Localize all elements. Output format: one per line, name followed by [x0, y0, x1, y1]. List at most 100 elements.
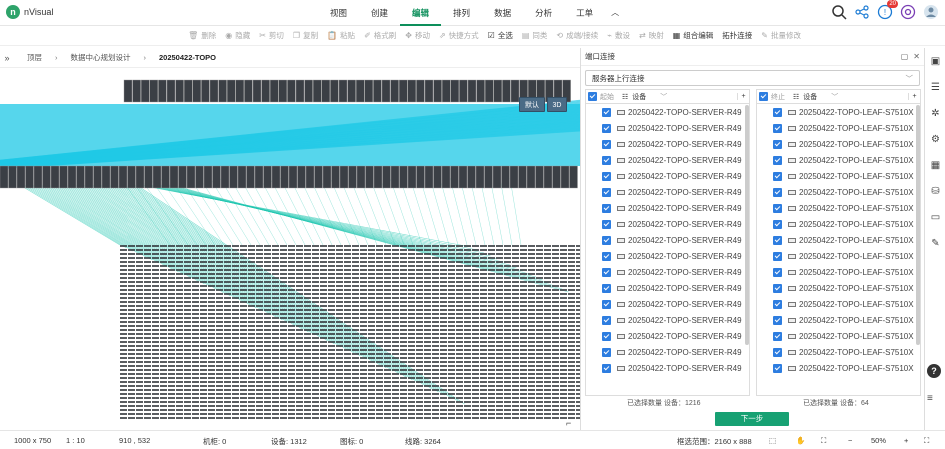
row-checkbox[interactable]	[602, 267, 611, 277]
tool-0-button[interactable]: 🗑 删除	[188, 30, 216, 41]
settings-icon[interactable]	[900, 4, 916, 20]
monitor-icon[interactable]: ▭	[925, 204, 945, 230]
port-row[interactable]: 20250422-TOPO-LEAF-S7510X	[757, 168, 920, 184]
row-checkbox[interactable]	[602, 347, 611, 357]
add-icon[interactable]: +	[908, 93, 920, 100]
row-checkbox[interactable]	[773, 139, 782, 149]
tool-5-button[interactable]: ✐ 格式刷	[364, 30, 396, 41]
menu-item-analysis[interactable]: 分析	[523, 0, 564, 26]
row-checkbox[interactable]	[602, 203, 611, 213]
row-checkbox[interactable]	[602, 299, 611, 309]
row-checkbox[interactable]	[773, 331, 782, 341]
tree-icon[interactable]: ✲	[925, 100, 945, 126]
pointer-tool-icon[interactable]: ⬚	[769, 436, 776, 445]
port-row[interactable]: 20250422-TOPO-LEAF-S7510X	[757, 360, 920, 376]
port-row[interactable]: 20250422-TOPO-LEAF-S7510X	[757, 200, 920, 216]
layout-icon[interactable]: ▦	[925, 152, 945, 178]
list-icon[interactable]: ☰	[925, 74, 945, 100]
sort-icon[interactable]: ☷	[622, 93, 628, 101]
expand-icon[interactable]: »	[0, 53, 14, 63]
port-row[interactable]: 20250422-TOPO-SERVER-R49	[586, 120, 749, 136]
tool-9-button[interactable]: ▤ 同类	[522, 30, 548, 41]
fullscreen-icon[interactable]: ⛶	[924, 436, 929, 446]
help-icon[interactable]: ?	[927, 364, 941, 378]
add-icon[interactable]: +	[737, 93, 749, 100]
port-row[interactable]: 20250422-TOPO-SERVER-R49	[586, 360, 749, 376]
row-checkbox[interactable]	[602, 187, 611, 197]
start-scrollbar[interactable]	[745, 105, 749, 345]
row-checkbox[interactable]	[602, 235, 611, 245]
row-checkbox[interactable]	[602, 139, 611, 149]
port-row[interactable]: 20250422-TOPO-LEAF-S7510X	[757, 232, 920, 248]
3d-view-button[interactable]: 3D	[547, 97, 567, 112]
tool-7-button[interactable]: ⇗ 快捷方式	[439, 30, 479, 41]
crop-icon[interactable]: ⌐	[566, 418, 571, 428]
sort-icon[interactable]: ☷	[793, 93, 799, 101]
menu-item-view[interactable]: 视图	[318, 0, 359, 26]
port-row[interactable]: 20250422-TOPO-SERVER-R49	[586, 104, 749, 120]
row-checkbox[interactable]	[773, 235, 782, 245]
row-checkbox[interactable]	[773, 315, 782, 325]
row-checkbox[interactable]	[602, 107, 611, 117]
breadcrumb-item-project[interactable]: 数据中心规划设计	[71, 52, 131, 63]
tool-15-button[interactable]: ✎ 批量修改	[761, 30, 801, 41]
port-row[interactable]: 20250422-TOPO-SERVER-R49	[586, 200, 749, 216]
row-checkbox[interactable]	[602, 155, 611, 165]
port-row[interactable]: 20250422-TOPO-SERVER-R49	[586, 168, 749, 184]
breadcrumb-item-root[interactable]: 顶层	[27, 52, 42, 63]
tool-13-button[interactable]: ▦ 组合编辑	[673, 30, 714, 41]
tool-11-button[interactable]: ⌁ 敷设	[607, 30, 630, 41]
tool-14-button[interactable]: 拓扑连接	[722, 30, 752, 41]
chevron-up-icon[interactable]: ︿	[605, 0, 625, 26]
row-checkbox[interactable]	[773, 347, 782, 357]
port-row[interactable]: 20250422-TOPO-SERVER-R49	[586, 312, 749, 328]
row-checkbox[interactable]	[602, 171, 611, 181]
bucket-icon[interactable]: ⛁	[925, 178, 945, 204]
row-checkbox[interactable]	[773, 219, 782, 229]
row-checkbox[interactable]	[773, 107, 782, 117]
default-view-button[interactable]: 默认	[519, 97, 545, 112]
row-checkbox[interactable]	[773, 251, 782, 261]
menu-item-workorder[interactable]: 工单	[564, 0, 605, 26]
port-row[interactable]: 20250422-TOPO-SERVER-R49	[586, 328, 749, 344]
row-checkbox[interactable]	[773, 299, 782, 309]
row-checkbox[interactable]	[602, 315, 611, 325]
connection-type-select[interactable]: 服务器上行连接 ﹀	[585, 70, 920, 86]
logo[interactable]: n nVisual	[6, 5, 53, 19]
menu-item-arrange[interactable]: 排列	[441, 0, 482, 26]
row-checkbox[interactable]	[602, 251, 611, 261]
close-icon[interactable]: ✕	[913, 52, 920, 61]
tool-10-button[interactable]: ⟲ 成端/接续	[556, 30, 598, 41]
port-row[interactable]: 20250422-TOPO-LEAF-S7510X	[757, 184, 920, 200]
end-field-select[interactable]: 设备	[803, 92, 817, 102]
notification-icon[interactable]: ! 20	[877, 0, 898, 20]
panel-icon[interactable]: ▣	[925, 48, 945, 74]
port-row[interactable]: 20250422-TOPO-SERVER-R49	[586, 152, 749, 168]
restore-icon[interactable]: ▢	[901, 52, 909, 61]
row-checkbox[interactable]	[602, 363, 611, 373]
row-checkbox[interactable]	[773, 267, 782, 277]
zoom-in-icon[interactable]: +	[904, 436, 908, 445]
tool-icon[interactable]: ✎	[925, 230, 945, 256]
tool-6-button[interactable]: ✥ 移动	[405, 30, 430, 41]
row-checkbox[interactable]	[602, 283, 611, 293]
start-field-select[interactable]: 设备	[632, 92, 646, 102]
port-row[interactable]: 20250422-TOPO-SERVER-R49	[586, 232, 749, 248]
user-icon[interactable]	[923, 4, 939, 20]
row-checkbox[interactable]	[602, 219, 611, 229]
tool-8-button[interactable]: ☑ 全选	[488, 30, 513, 41]
row-checkbox[interactable]	[773, 171, 782, 181]
end-scrollbar[interactable]	[916, 105, 920, 345]
port-row[interactable]: 20250422-TOPO-LEAF-S7510X	[757, 312, 920, 328]
fit-screen-icon[interactable]: ⛶	[821, 436, 826, 446]
port-row[interactable]: 20250422-TOPO-SERVER-R49	[586, 248, 749, 264]
port-row[interactable]: 20250422-TOPO-SERVER-R49	[586, 216, 749, 232]
gear-link-icon[interactable]: ⚙	[925, 126, 945, 152]
menu-item-data[interactable]: 数据	[482, 0, 523, 26]
search-icon[interactable]	[831, 4, 847, 20]
menu-item-create[interactable]: 创建	[359, 0, 400, 26]
row-checkbox[interactable]	[602, 331, 611, 341]
select-all-end-checkbox[interactable]	[759, 92, 768, 101]
port-row[interactable]: 20250422-TOPO-LEAF-S7510X	[757, 216, 920, 232]
port-row[interactable]: 20250422-TOPO-SERVER-R49	[586, 344, 749, 360]
